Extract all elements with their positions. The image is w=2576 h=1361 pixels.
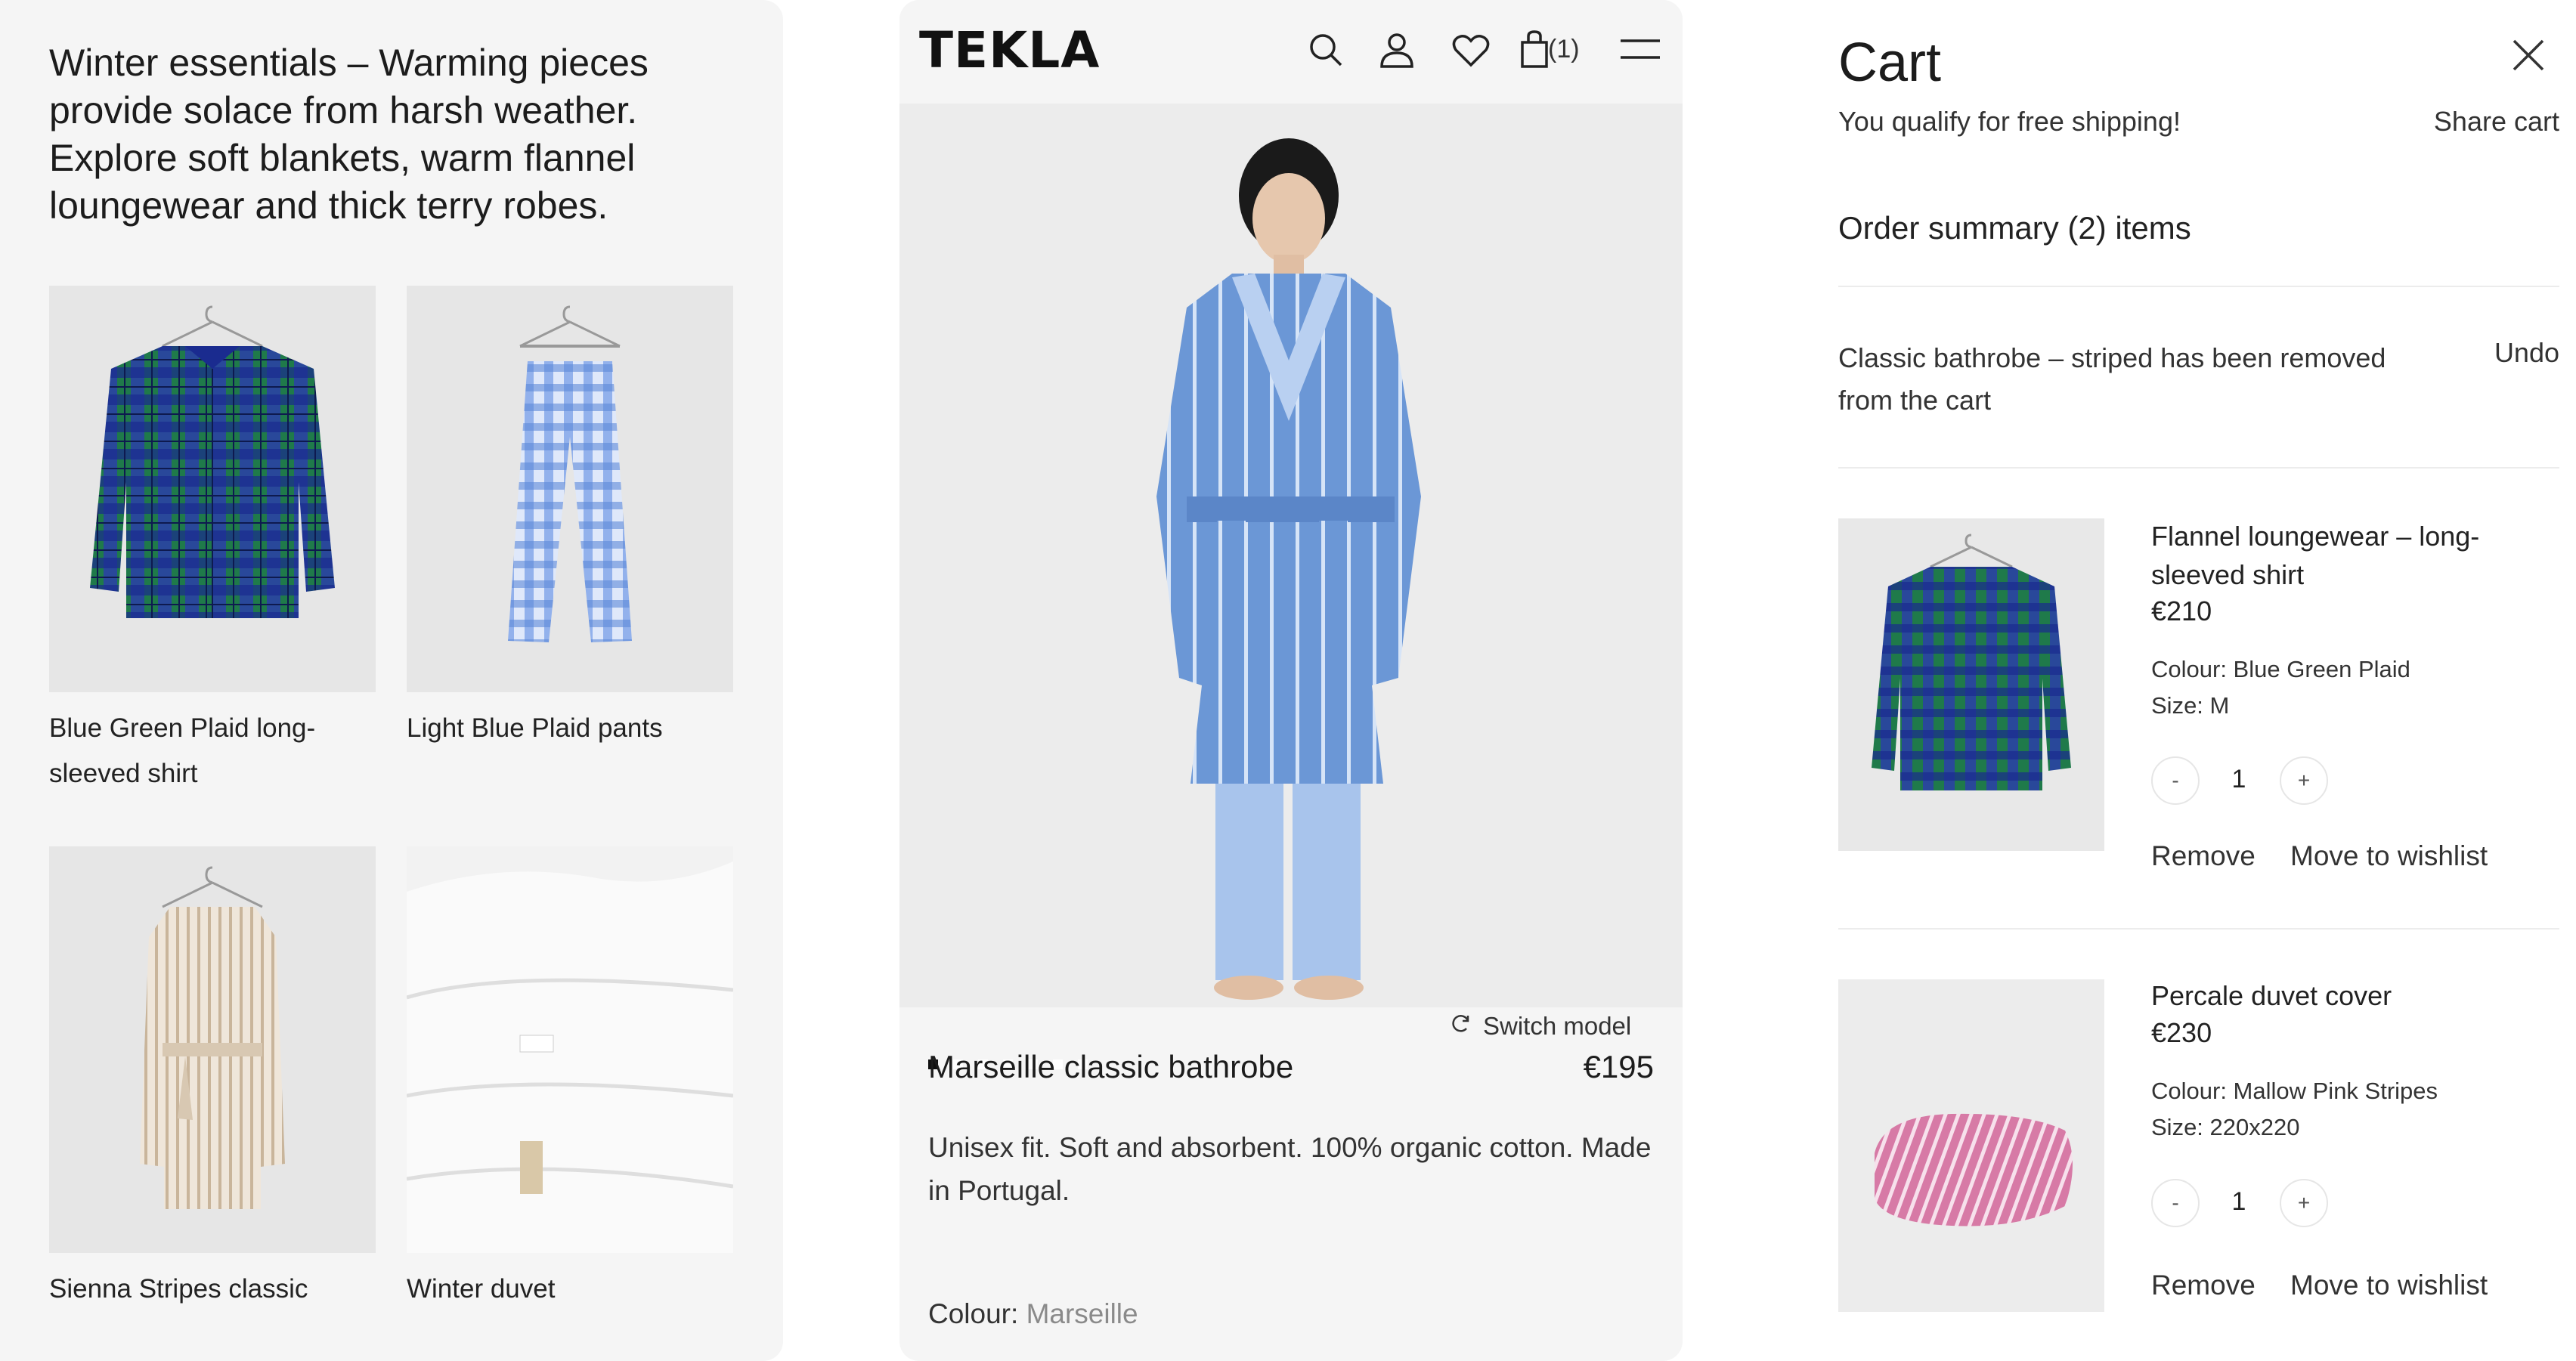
divider <box>1838 467 2559 469</box>
product-card-winter-duvet[interactable]: Winter duvet <box>407 846 733 1312</box>
quantity-value: 1 <box>2231 1187 2246 1216</box>
search-icon[interactable] <box>1305 29 1347 71</box>
site-header: TEKLA (1) <box>899 0 1683 102</box>
product-panel: TEKLA (1) Switch model Marseille classic… <box>899 0 1683 1361</box>
share-cart-link[interactable]: Share cart <box>2434 106 2559 138</box>
cart-item-colour: Colour: Mallow Pink Stripes <box>2151 1078 2438 1104</box>
colour-value: Marseille <box>1026 1298 1138 1329</box>
quantity-increase-button[interactable]: + <box>2280 1179 2328 1227</box>
colour-label: Colour: <box>928 1298 1019 1329</box>
product-image-plaid-pants[interactable] <box>407 286 733 692</box>
product-card-plaid-pants[interactable]: Light Blue Plaid pants <box>407 286 733 751</box>
cart-item-price: €210 <box>2151 595 2212 626</box>
cart-item-image[interactable] <box>1838 979 2104 1312</box>
product-image-plaid-shirt[interactable] <box>49 286 376 692</box>
order-summary-toggle[interactable]: Order summary (2) items <box>1838 210 2191 246</box>
product-caption[interactable]: Blue Green Plaid long-sleeved shirt <box>49 706 367 796</box>
product-image-winter-duvet[interactable] <box>407 846 733 1253</box>
product-price: €195 <box>1583 1049 1654 1084</box>
essentials-panel: Winter essentials – Warming pieces provi… <box>0 0 783 1361</box>
menu-icon[interactable] <box>1618 29 1663 71</box>
close-icon[interactable] <box>2508 35 2549 76</box>
cart-item-colour: Colour: Blue Green Plaid <box>2151 656 2410 682</box>
cart-item-size: Size: M <box>2151 692 2230 719</box>
product-title: Marseille classic bathrobe <box>928 1049 1294 1084</box>
divider <box>1838 928 2559 930</box>
remove-button[interactable]: Remove <box>2151 840 2256 872</box>
undo-link[interactable]: Undo <box>2494 337 2559 369</box>
switch-model-label: Switch model <box>1483 1012 1632 1040</box>
divider <box>1838 286 2559 287</box>
product-caption[interactable]: Sienna Stripes classic <box>49 1267 367 1312</box>
cart-item-name[interactable]: Percale duvet cover <box>2151 976 2544 1015</box>
free-shipping-notice: You qualify for free shipping! <box>1838 106 2181 137</box>
cart-item-name[interactable]: Flannel loungewear – long-sleeved shirt <box>2151 517 2544 594</box>
product-description: Unisex fit. Soft and absorbent. 100% org… <box>928 1132 1652 1206</box>
account-icon[interactable] <box>1376 29 1418 71</box>
essentials-intro-text: Winter essentials – Warming pieces provi… <box>49 42 649 227</box>
product-card-sienna-robe[interactable]: Sienna Stripes classic <box>49 846 376 1312</box>
product-card-plaid-shirt[interactable]: Blue Green Plaid long-sleeved shirt <box>49 286 376 796</box>
cart-title: Cart <box>1838 32 1942 93</box>
product-colour: Colour: Marseille <box>928 1298 1138 1330</box>
cart-item-image[interactable] <box>1838 518 2104 851</box>
quantity-increase-button[interactable]: + <box>2280 756 2328 805</box>
removed-item-message: Classic bathrobe – striped has been remo… <box>1838 342 2386 416</box>
product-caption[interactable]: Light Blue Plaid pants <box>407 706 724 751</box>
move-to-wishlist-button[interactable]: Move to wishlist <box>2290 1270 2488 1301</box>
heart-icon[interactable] <box>1450 29 1492 71</box>
cart-item-size: Size: 220x220 <box>2151 1114 2300 1140</box>
quantity-decrease-button[interactable]: - <box>2151 1179 2200 1227</box>
remove-button[interactable]: Remove <box>2151 1270 2256 1301</box>
product-caption[interactable]: Winter duvet <box>407 1267 724 1312</box>
quantity-value: 1 <box>2231 765 2246 793</box>
quantity-decrease-button[interactable]: - <box>2151 756 2200 805</box>
product-image-bathrobe[interactable]: Switch model <box>899 104 1683 1069</box>
brand-logo[interactable]: TEKLA <box>919 21 1100 79</box>
product-image-sienna-robe[interactable] <box>49 846 376 1253</box>
move-to-wishlist-button[interactable]: Move to wishlist <box>2290 840 2488 872</box>
refresh-icon <box>1450 1012 1472 1041</box>
cart-item-price: €230 <box>2151 1017 2212 1048</box>
bag-count[interactable]: (1) <box>1548 35 1580 64</box>
cart-panel: Cart You qualify for free shipping! Shar… <box>1799 0 2576 1361</box>
switch-model-button[interactable]: Switch model <box>1450 1012 1631 1041</box>
